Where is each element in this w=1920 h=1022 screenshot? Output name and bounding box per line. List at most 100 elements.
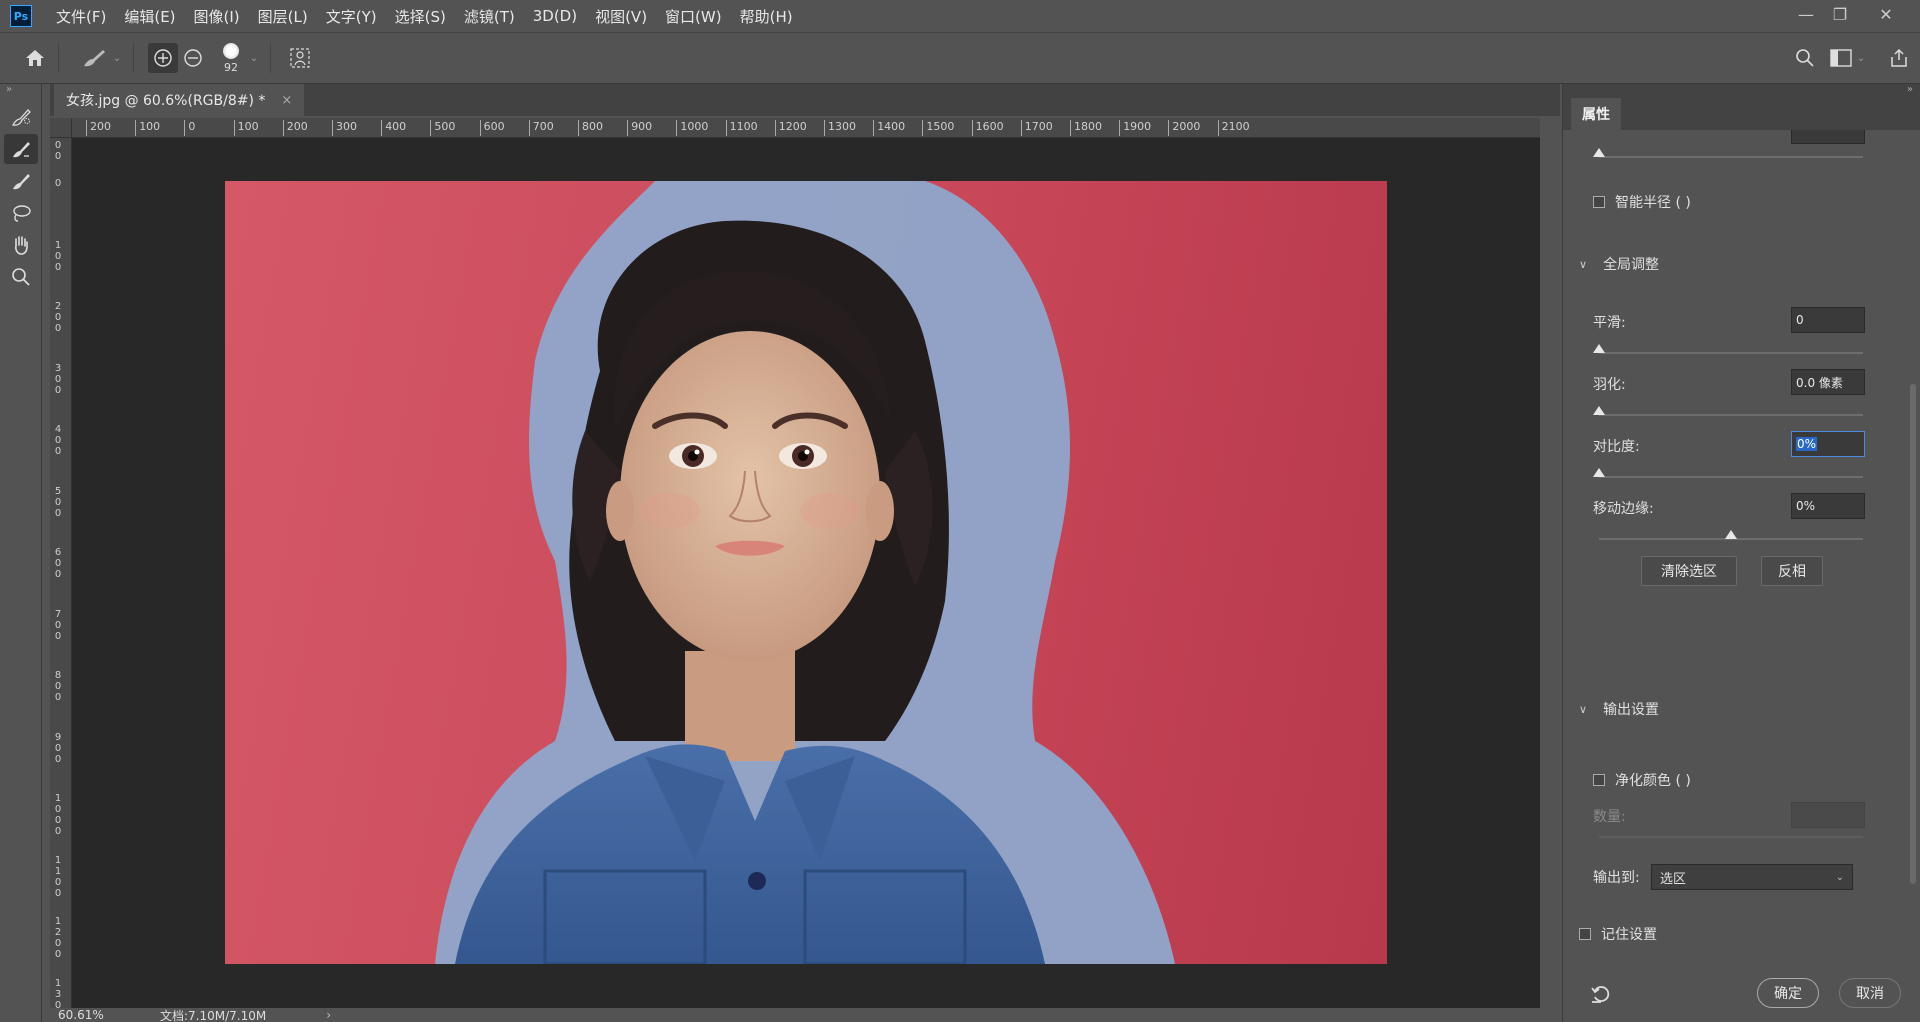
shift-edge-input[interactable]: 0%: [1791, 493, 1865, 519]
document-tab[interactable]: 女孩.jpg @ 60.6%(RGB/8#) * ×: [54, 84, 305, 116]
document-tab-bar: 女孩.jpg @ 60.6%(RGB/8#) * ×: [50, 84, 1560, 116]
slider-thumb[interactable]: [1593, 406, 1605, 415]
tab-properties[interactable]: 属性: [1571, 98, 1621, 130]
document-canvas[interactable]: [225, 181, 1387, 964]
feather-input[interactable]: 0.0 像素: [1791, 369, 1865, 395]
lasso-tool-icon[interactable]: [4, 198, 38, 228]
menu-image[interactable]: 图像(I): [194, 6, 240, 27]
menu-layer[interactable]: 图层(L): [258, 6, 308, 27]
slider-thumb[interactable]: [1593, 344, 1605, 353]
panel-header: » 属性: [1563, 84, 1920, 130]
ruler-tick-label: 300: [54, 362, 62, 396]
photoshop-logo-icon: Ps: [10, 5, 32, 27]
zoom-level[interactable]: 60.61%: [50, 1008, 110, 1022]
home-icon[interactable]: [20, 43, 50, 73]
smooth-input[interactable]: 0: [1791, 307, 1865, 333]
brush-tip-icon: [223, 42, 239, 59]
ruler-tick-label: 600: [54, 547, 62, 580]
workspace-chevron-icon[interactable]: ⌄: [1854, 43, 1868, 73]
brush-tool-icon[interactable]: [4, 166, 38, 196]
zoom-tool-icon[interactable]: [4, 262, 38, 292]
menu-bar: Ps 文件(F) 编辑(E) 图像(I) 图层(L) 文字(Y) 选择(S) 滤…: [0, 0, 1920, 32]
ruler-tick-label: 1200: [54, 916, 62, 960]
amount-label: 数量:: [1593, 809, 1626, 825]
output-to-select[interactable]: 选区 ⌄: [1651, 864, 1853, 890]
shift-edge-slider[interactable]: [1599, 530, 1863, 540]
close-window-button[interactable]: ✕: [1866, 0, 1906, 28]
horizontal-ruler[interactable]: 200 100 0 100 200 300 400 500 600 700 800 900 1000 11…: [72, 118, 1540, 138]
brush-size-picker[interactable]: 92: [216, 38, 246, 78]
restore-button[interactable]: ❐: [1820, 0, 1860, 28]
brush-dropdown-chevron-icon[interactable]: ⌄: [246, 43, 262, 73]
close-document-icon[interactable]: ×: [281, 93, 292, 108]
collapse-toolbar-icon[interactable]: »: [0, 84, 41, 100]
menu-view[interactable]: 视图(V): [595, 6, 647, 27]
radius-input[interactable]: [1791, 130, 1865, 144]
smart-radius-checkbox[interactable]: [1593, 196, 1605, 208]
menu-select[interactable]: 选择(S): [395, 6, 446, 27]
menu-file[interactable]: 文件(F): [56, 6, 106, 27]
ruler-tick-label: 200: [86, 120, 111, 136]
contrast-input[interactable]: 0%: [1791, 431, 1865, 457]
ruler-tick-label: 700: [528, 120, 554, 136]
status-menu-chevron-icon[interactable]: ›: [326, 1008, 331, 1022]
search-icon[interactable]: [1790, 43, 1820, 73]
contrast-slider[interactable]: [1593, 468, 1863, 478]
invert-button[interactable]: 反相: [1761, 556, 1823, 586]
options-bar: ⌄ 92 ⌄ ⌄: [0, 32, 1920, 84]
ruler-tick-label: 700: [54, 608, 62, 642]
smooth-slider[interactable]: [1593, 344, 1863, 354]
ruler-tick-label: 1000: [676, 120, 708, 136]
preset-dropdown-chevron-icon[interactable]: ⌄: [109, 43, 125, 73]
panel-scrollbar[interactable]: [1908, 134, 1918, 1014]
menu-help[interactable]: 帮助(H): [740, 6, 793, 27]
ruler-tick-label: 0: [54, 178, 62, 189]
separator: [133, 43, 134, 73]
ruler-tick-label: 1200: [774, 120, 807, 136]
menu-type[interactable]: 文字(Y): [326, 6, 377, 27]
brush-size-value: 92: [224, 60, 238, 74]
slider-thumb[interactable]: [1725, 530, 1737, 539]
collapse-panel-icon[interactable]: »: [1907, 84, 1913, 95]
clear-selection-button[interactable]: 清除选区: [1641, 556, 1737, 586]
ruler-tick-label: 2100: [1217, 120, 1250, 136]
refine-edge-brush-tool-icon[interactable]: [4, 134, 38, 164]
global-adjust-section-header[interactable]: ∨ 全局调整: [1579, 254, 1659, 274]
remember-settings-checkbox[interactable]: [1579, 928, 1591, 940]
quick-selection-tool-icon[interactable]: [4, 102, 38, 132]
output-settings-section-header[interactable]: ∨ 输出设置: [1579, 699, 1659, 719]
cancel-button[interactable]: 取消: [1839, 978, 1901, 1008]
menu-filter[interactable]: 滤镜(T): [464, 6, 515, 27]
hand-tool-icon[interactable]: [4, 230, 38, 260]
slider-thumb[interactable]: [1593, 468, 1605, 477]
select-subject-icon[interactable]: [285, 43, 315, 73]
menu-3d[interactable]: 3D(D): [533, 7, 577, 25]
refine-brush-preset-icon[interactable]: [79, 43, 109, 73]
ruler-tick-label: 200: [54, 301, 62, 334]
menu-edit[interactable]: 编辑(E): [124, 6, 175, 27]
ruler-tick-label: 1000: [54, 793, 62, 837]
subtract-from-selection-icon[interactable]: [178, 43, 208, 73]
ruler-tick-label: 400: [54, 424, 62, 457]
ruler-tick-label: 100: [135, 120, 160, 136]
feather-slider[interactable]: [1593, 406, 1863, 416]
vertical-ruler[interactable]: 00 0 100 200 300 400 500 600 700 800 900 1000 1100 12…: [50, 138, 72, 1022]
ruler-tick-label: 800: [578, 120, 603, 136]
ruler-tick-label: 1700: [1020, 120, 1053, 136]
scrollbar-thumb[interactable]: [1910, 384, 1916, 884]
canvas-area[interactable]: [72, 138, 1540, 1008]
decontaminate-colors-checkbox[interactable]: [1593, 774, 1605, 786]
add-to-selection-icon[interactable]: [148, 43, 178, 73]
smooth-label: 平滑:: [1593, 315, 1626, 331]
ruler-tick-label: 500: [54, 485, 62, 519]
workspace-icon[interactable]: [1826, 43, 1856, 73]
menu-window[interactable]: 窗口(W): [665, 6, 722, 27]
ruler-origin[interactable]: [50, 118, 72, 138]
ok-button[interactable]: 确定: [1757, 978, 1819, 1008]
share-icon[interactable]: [1884, 43, 1914, 73]
slider-thumb[interactable]: [1593, 148, 1605, 157]
ruler-tick-label: 1500: [922, 120, 954, 136]
radius-slider[interactable]: [1593, 148, 1863, 158]
ruler-tick-label: 600: [479, 120, 505, 136]
reset-icon[interactable]: [1589, 982, 1613, 1006]
